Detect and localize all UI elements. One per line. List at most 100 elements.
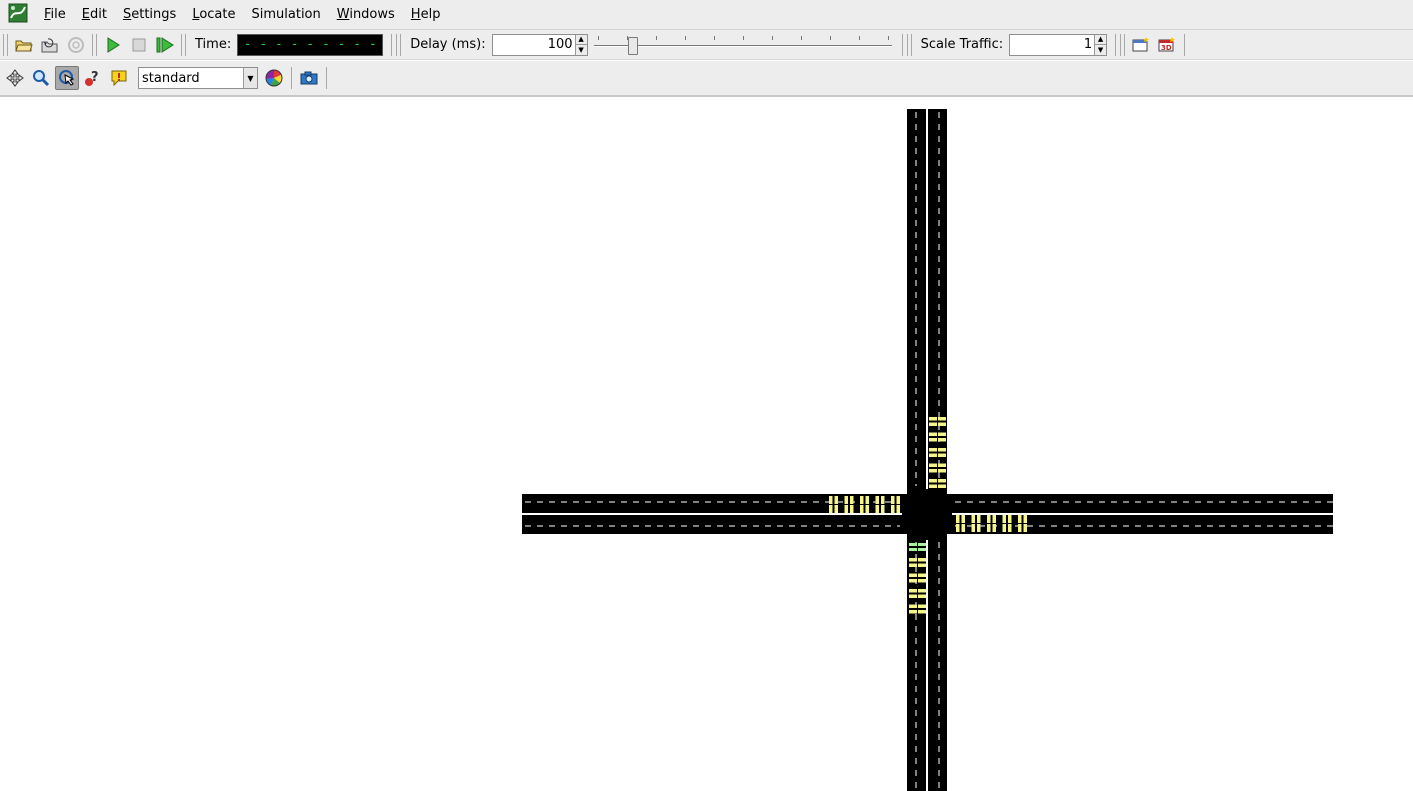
vehicle-window: [879, 505, 881, 513]
edit-coloring-button[interactable]: [262, 66, 286, 90]
slider-tick: [655, 35, 657, 40]
toolbar-grip[interactable]: [396, 33, 402, 56]
toolbar-separator: [1184, 33, 1186, 56]
scale-traffic-label: Scale Traffic:: [920, 37, 1004, 52]
vehicle-window: [918, 577, 926, 579]
toolbar-grip[interactable]: [181, 33, 186, 56]
vehicle-window: [909, 608, 917, 610]
junction: [903, 490, 951, 538]
open-file-button[interactable]: [12, 33, 36, 57]
vehicle-window: [863, 496, 866, 504]
vehicle-window: [929, 482, 937, 485]
menu-help-label: elp: [420, 6, 441, 22]
close-simulation-button[interactable]: [64, 33, 88, 57]
vehicle-window: [929, 467, 937, 469]
warning-speech-icon: [111, 70, 127, 87]
menu-simulation[interactable]: Simulation: [244, 0, 329, 30]
menu-settings-mnemonic: S: [122, 6, 132, 22]
stop-button[interactable]: [127, 33, 151, 57]
tooltip-button[interactable]: ?: [81, 66, 105, 90]
menu-bar: File Edit Settings Locate Simulation Win…: [0, 0, 1413, 30]
color-scheme-select[interactable]: standard ▼: [138, 67, 258, 89]
network-view-canvas[interactable]: [0, 99, 1413, 791]
stop-icon: [132, 38, 146, 51]
spin-up-icon[interactable]: ▲: [576, 35, 587, 45]
close-simulation-icon: [68, 36, 84, 53]
menu-windows-mnemonic: W: [336, 6, 350, 22]
scale-traffic-spinner[interactable]: ▲ ▼: [1009, 33, 1108, 56]
delay-spinner[interactable]: ▲ ▼: [491, 33, 588, 56]
locate-button[interactable]: [55, 66, 79, 90]
menu-edit[interactable]: Edit: [74, 0, 115, 30]
scale-traffic-input[interactable]: [1010, 34, 1095, 55]
vehicle-window: [990, 524, 993, 532]
menu-locate[interactable]: Locate: [184, 0, 243, 30]
reload-folder-icon: [41, 37, 58, 52]
menu-edit-label: dit: [90, 6, 107, 22]
toolbar-grip[interactable]: [1120, 33, 1126, 56]
chevron-down-icon[interactable]: ▼: [243, 68, 257, 88]
color-wheel-icon: [265, 69, 283, 87]
slider-tick: [684, 35, 686, 40]
vehicle-window: [1021, 515, 1024, 523]
locate-cursor-icon: [59, 70, 75, 86]
vehicle-window: [894, 496, 897, 504]
messages-button[interactable]: [107, 66, 131, 90]
delay-slider-thumb[interactable]: [628, 36, 639, 55]
spin-up-icon[interactable]: ▲: [1095, 35, 1106, 45]
vehicle-window: [929, 436, 937, 438]
delay-input[interactable]: [492, 34, 575, 55]
menu-windows[interactable]: Windows: [329, 0, 403, 30]
vehicle-window: [929, 420, 937, 423]
vehicle-window: [879, 496, 881, 504]
vehicle-window: [918, 561, 926, 564]
menu-file-label: ile: [50, 6, 66, 22]
reload-button[interactable]: [38, 33, 62, 57]
menu-edit-mnemonic: E: [81, 6, 90, 22]
toolbar-grip[interactable]: [3, 33, 8, 56]
spin-down-icon[interactable]: ▼: [575, 44, 587, 55]
step-button[interactable]: [153, 33, 177, 57]
screenshot-button[interactable]: [297, 66, 321, 90]
new-view-button[interactable]: [1129, 33, 1153, 57]
delay-slider[interactable]: [593, 31, 892, 59]
sumo-app-icon: [8, 3, 28, 23]
slider-tick: [771, 35, 773, 40]
vehicle-window: [909, 546, 917, 548]
vehicle-window: [929, 451, 937, 454]
toolbar-grip[interactable]: [906, 33, 912, 56]
toolbar-separator: [901, 33, 903, 56]
delay-slider-track[interactable]: [593, 44, 892, 47]
vehicle-window: [938, 420, 946, 423]
color-scheme-value: standard: [142, 70, 200, 86]
menu-file[interactable]: File: [36, 0, 74, 30]
vehicle-window: [918, 546, 926, 548]
toolbar-grip[interactable]: [92, 33, 97, 56]
vehicle-window: [832, 496, 835, 504]
vehicle-window: [959, 515, 962, 523]
toolbar-separator: [326, 67, 327, 89]
simulation-toolbar: Time: - - - - - - - - - - - - - - - - De…: [0, 30, 1413, 60]
new-3d-view-button[interactable]: 3D: [1155, 33, 1179, 57]
slider-tick: [887, 35, 889, 40]
menu-settings-label: ettings: [131, 6, 177, 22]
menu-settings[interactable]: Settings: [115, 0, 184, 30]
step-icon: [156, 36, 174, 53]
play-icon: [107, 36, 120, 53]
recenter-view-button[interactable]: [3, 66, 27, 90]
spin-down-icon[interactable]: ▼: [1095, 44, 1107, 55]
scale-traffic-spinner-arrows[interactable]: ▲ ▼: [1094, 34, 1107, 55]
slider-tick: [829, 35, 831, 40]
new-3d-window-icon: 3D: [1158, 36, 1176, 52]
view-toolbar: ? standard ▼: [0, 61, 1413, 97]
delay-spinner-arrows[interactable]: ▲ ▼: [574, 34, 587, 55]
open-folder-icon: [15, 40, 33, 51]
menu-help[interactable]: Help: [403, 0, 449, 30]
delay-label: Delay (ms):: [410, 37, 486, 52]
question-tooltip-icon: ?: [85, 70, 99, 86]
zoom-button[interactable]: [29, 66, 53, 90]
vehicle-window: [909, 577, 917, 579]
vehicle-window: [975, 515, 977, 523]
run-button[interactable]: [101, 33, 125, 57]
menu-simulation-label: Simulation: [251, 6, 321, 22]
